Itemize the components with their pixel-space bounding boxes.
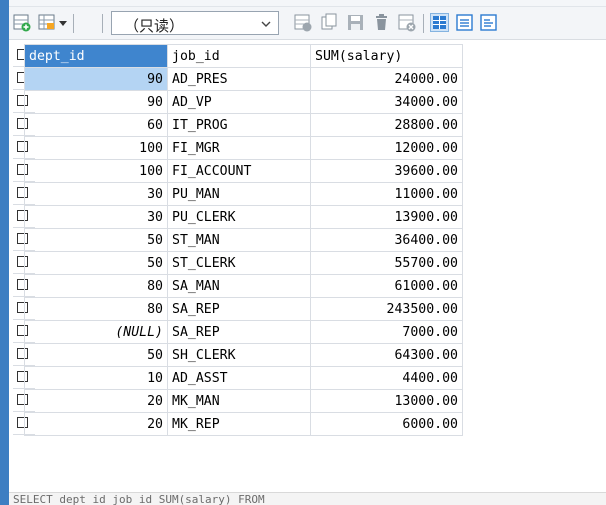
readonly-mode-label: （只读）	[124, 17, 185, 35]
readonly-mode-select[interactable]: （只读）	[111, 11, 279, 35]
cell-dept-id[interactable]: 60	[24, 113, 168, 137]
table-row[interactable]: 100 FI_MGR 12000.00	[24, 136, 463, 160]
cell-sum-salary[interactable]: 4400.00	[310, 366, 463, 390]
table-row[interactable]: 80 SA_MAN 61000.00	[24, 274, 463, 298]
cell-job-id[interactable]: IT_PROG	[167, 113, 311, 137]
cell-dept-id[interactable]: 90	[24, 67, 168, 91]
cell-dept-id[interactable]: 50	[24, 251, 168, 275]
cell-sum-salary[interactable]: 243500.00	[310, 297, 463, 321]
cell-job-id[interactable]: FI_ACCOUNT	[167, 159, 311, 183]
cell-job-id[interactable]: MK_MAN	[167, 389, 311, 413]
cell-job-id[interactable]: SA_REP	[167, 320, 311, 344]
add-row-icon[interactable]	[13, 13, 32, 32]
form-view-icon[interactable]	[455, 13, 474, 32]
cell-sum-salary[interactable]: 28800.00	[310, 113, 463, 137]
cell-dept-id[interactable]: (NULL)	[24, 320, 168, 344]
save-icon[interactable]	[346, 13, 365, 32]
cell-job-id[interactable]: AD_ASST	[167, 366, 311, 390]
sql-status-line: SELECT dept_id job_id SUM(salary) FROM	[9, 492, 606, 505]
column-header-job-id[interactable]: job_id	[167, 44, 311, 68]
window-frame-edge	[0, 0, 9, 505]
table-row[interactable]: 20 MK_REP 6000.00	[24, 412, 463, 436]
cell-job-id[interactable]: PU_CLERK	[167, 205, 311, 229]
table-row[interactable]: 90 AD_VP 34000.00	[24, 90, 463, 114]
cell-sum-salary[interactable]: 61000.00	[310, 274, 463, 298]
table-row[interactable]: 60 IT_PROG 28800.00	[24, 113, 463, 137]
column-header-sum-salary[interactable]: SUM(salary)	[310, 44, 463, 68]
chevron-down-icon	[261, 21, 271, 27]
cell-dept-id[interactable]: 100	[24, 136, 168, 160]
cell-sum-salary[interactable]: 11000.00	[310, 182, 463, 206]
toolbar-separator	[102, 14, 103, 33]
table-row[interactable]: 30 PU_CLERK 13900.00	[24, 205, 463, 229]
column-header-dept-id[interactable]: dept_id	[24, 44, 168, 68]
cell-job-id[interactable]: MK_REP	[167, 412, 311, 436]
cell-sum-salary[interactable]: 34000.00	[310, 90, 463, 114]
refresh-icon[interactable]	[398, 13, 417, 32]
table-row[interactable]: 20 MK_MAN 13000.00	[24, 389, 463, 413]
cell-dept-id[interactable]: 90	[24, 90, 168, 114]
cell-sum-salary[interactable]: 39600.00	[310, 159, 463, 183]
grid-view-icon[interactable]	[430, 13, 449, 32]
cell-dept-id[interactable]: 20	[24, 389, 168, 413]
cell-dept-id[interactable]: 30	[24, 182, 168, 206]
cell-sum-salary[interactable]: 6000.00	[310, 412, 463, 436]
table-row[interactable]: 90 AD_PRES 24000.00	[24, 67, 463, 91]
dropdown-arrow-icon[interactable]	[59, 21, 67, 26]
table-row[interactable]: 80 SA_REP 243500.00	[24, 297, 463, 321]
insert-icon[interactable]	[294, 13, 313, 32]
cell-sum-salary[interactable]: 64300.00	[310, 343, 463, 367]
table-row[interactable]: 50 ST_CLERK 55700.00	[24, 251, 463, 275]
cell-dept-id[interactable]: 30	[24, 205, 168, 229]
cell-sum-salary[interactable]: 24000.00	[310, 67, 463, 91]
cell-job-id[interactable]: PU_MAN	[167, 182, 311, 206]
top-strip	[9, 0, 606, 7]
table-row[interactable]: 10 AD_ASST 4400.00	[24, 366, 463, 390]
cell-job-id[interactable]: AD_PRES	[167, 67, 311, 91]
header-row: dept_id job_id SUM(salary)	[24, 44, 463, 68]
toolbar-separator	[73, 14, 74, 33]
cell-sum-salary[interactable]: 13900.00	[310, 205, 463, 229]
cell-job-id[interactable]: SH_CLERK	[167, 343, 311, 367]
cell-dept-id[interactable]: 80	[24, 274, 168, 298]
text-view-icon[interactable]	[479, 13, 498, 32]
table-row[interactable]: 100 FI_ACCOUNT 39600.00	[24, 159, 463, 183]
cell-dept-id[interactable]: 10	[24, 366, 168, 390]
cell-dept-id[interactable]: 100	[24, 159, 168, 183]
cell-job-id[interactable]: ST_CLERK	[167, 251, 311, 275]
copy-icon[interactable]	[320, 13, 339, 32]
table-row[interactable]: 50 ST_MAN 36400.00	[24, 228, 463, 252]
cell-sum-salary[interactable]: 55700.00	[310, 251, 463, 275]
cell-dept-id[interactable]: 20	[24, 412, 168, 436]
grid-menu-icon[interactable]	[38, 13, 57, 32]
toolbar-separator	[423, 14, 424, 33]
cell-job-id[interactable]: AD_VP	[167, 90, 311, 114]
result-grid: dept_id job_id SUM(salary) 90 AD_PRES 2400…	[24, 44, 463, 436]
cell-job-id[interactable]: FI_MGR	[167, 136, 311, 160]
table-row[interactable]: 50 SH_CLERK 64300.00	[24, 343, 463, 367]
cell-dept-id[interactable]: 50	[24, 228, 168, 252]
delete-icon[interactable]	[372, 13, 391, 32]
cell-sum-salary[interactable]: 7000.00	[310, 320, 463, 344]
table-row[interactable]: 30 PU_MAN 11000.00	[24, 182, 463, 206]
result-toolbar: （只读）	[9, 7, 606, 40]
cell-sum-salary[interactable]: 13000.00	[310, 389, 463, 413]
cell-job-id[interactable]: ST_MAN	[167, 228, 311, 252]
table-row[interactable]: (NULL) SA_REP 7000.00	[24, 320, 463, 344]
cell-sum-salary[interactable]: 36400.00	[310, 228, 463, 252]
cell-dept-id[interactable]: 50	[24, 343, 168, 367]
cell-job-id[interactable]: SA_REP	[167, 297, 311, 321]
cell-dept-id[interactable]: 80	[24, 297, 168, 321]
cell-job-id[interactable]: SA_MAN	[167, 274, 311, 298]
cell-sum-salary[interactable]: 12000.00	[310, 136, 463, 160]
